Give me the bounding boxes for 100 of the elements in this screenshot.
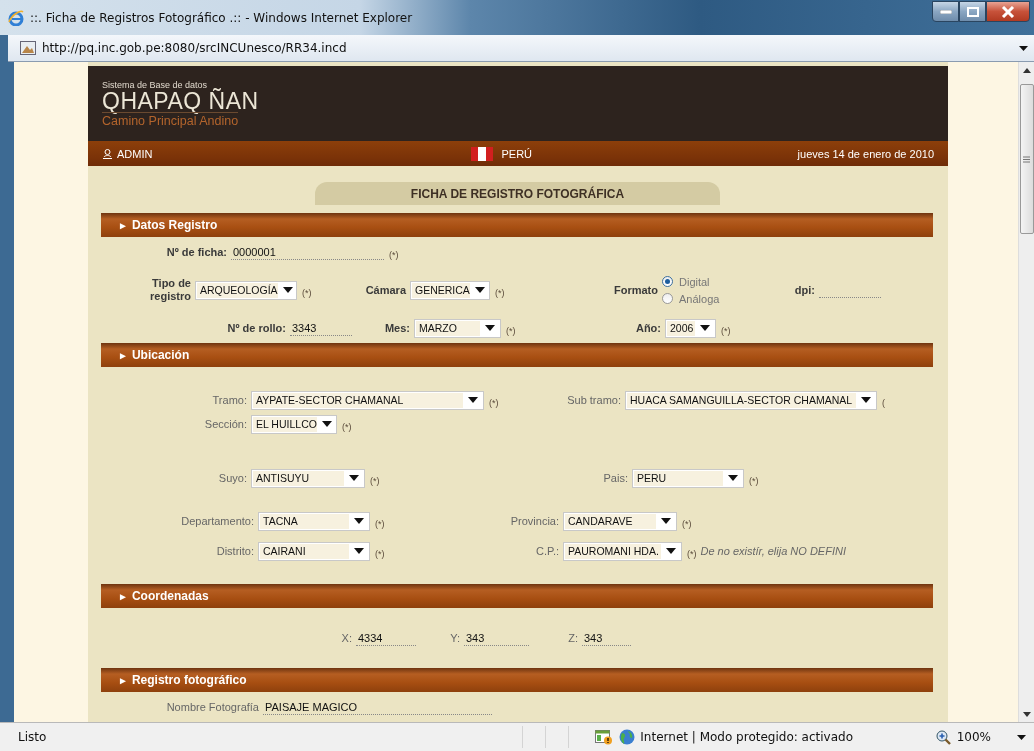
field-label: Tramo:: [211, 393, 247, 407]
dropdown[interactable]: PAUROMANI HDA.: [563, 541, 682, 561]
dropdown[interactable]: EL HUILLCO: [251, 414, 337, 434]
close-icon: [1001, 5, 1015, 18]
scroll-up-icon[interactable]: [1022, 67, 1031, 73]
option-label: Digital: [679, 275, 710, 288]
dropdown[interactable]: GENERICA: [410, 280, 490, 300]
country-name: PERÚ: [501, 147, 532, 160]
caret-icon: [468, 397, 478, 403]
logo-subtitle: Sistema de Base de datos: [102, 80, 208, 90]
dropdown[interactable]: TACNA: [258, 511, 370, 531]
section-header[interactable]: ► Registro fotográfico: [101, 668, 933, 692]
caret-icon: [728, 475, 738, 481]
section-header[interactable]: ► Ubicación: [101, 343, 933, 367]
field-label: Tipo de registro: [149, 277, 191, 303]
close-button[interactable]: [986, 1, 1030, 22]
address-field[interactable]: http://pq.inc.gob.pe:8080/srcINCUnesco/RR34.incd: [42, 41, 347, 55]
caret-icon: [474, 287, 485, 293]
field-label: Sección:: [203, 417, 247, 431]
field-label: Cámara: [364, 283, 406, 297]
field-label: Provincia:: [509, 514, 559, 528]
scroll-thumb[interactable]: [1019, 84, 1034, 234]
required-mark: (*): [749, 475, 759, 486]
field-label: Suyo:: [217, 471, 247, 485]
flag-icon: [471, 146, 494, 161]
field-label: Y:: [449, 631, 460, 645]
globe-icon: [619, 729, 636, 745]
required-mark: (*): [375, 548, 385, 559]
security-zone-text: Internet | Modo protegido: activado: [640, 730, 853, 744]
zoom-control[interactable]: 100%: [935, 729, 991, 745]
dropdown[interactable]: ARQUEOLOGÍA: [195, 280, 297, 300]
field-label: Año:: [634, 321, 661, 335]
page-icon: [20, 41, 36, 55]
required-mark: (*): [682, 518, 692, 529]
caret-icon: [354, 548, 364, 554]
date-text: jueves 14 de enero de 2010: [797, 147, 934, 160]
option-label: Análoga: [679, 292, 720, 305]
dropdown[interactable]: AYPATE-SECTOR CHAMANAL: [251, 390, 484, 410]
text-field[interactable]: 4334: [356, 630, 416, 646]
logo-tagline: Camino Principal Andino: [102, 112, 239, 129]
required-mark: (*): [489, 397, 499, 408]
required-mark: (*): [506, 325, 516, 336]
security-warning-icon[interactable]: [595, 729, 614, 745]
caret-icon: [700, 325, 710, 331]
field-label: Formato: [613, 283, 658, 297]
required-mark: (: [882, 397, 885, 408]
scroll-down-icon[interactable]: [1022, 711, 1031, 717]
text-field[interactable]: PAISAJE MAGICO: [263, 699, 492, 715]
field-label: X:: [340, 631, 352, 645]
field-label: Nombre Fotografía: [165, 700, 259, 714]
minimize-icon: [939, 9, 952, 14]
required-mark: (*): [721, 325, 731, 336]
required-mark: (*): [342, 421, 352, 432]
minimize-button[interactable]: [932, 1, 959, 22]
status-text: Listo: [18, 730, 47, 744]
section-header[interactable]: ► Datos Registro: [101, 213, 933, 237]
field-label: dpi:: [793, 283, 815, 297]
required-mark: (*): [495, 287, 505, 298]
text-field[interactable]: 3343: [290, 320, 352, 336]
dropdown[interactable]: CANDARAVE: [563, 511, 677, 531]
text-field[interactable]: 343: [582, 630, 631, 646]
dropdown[interactable]: CAIRANI: [258, 541, 370, 561]
dropdown[interactable]: HUACA SAMANGUILLA-SECTOR CHAMANAL: [625, 390, 877, 410]
zoom-icon: [935, 729, 951, 745]
maximize-icon: [966, 6, 979, 17]
logo-text: QHAPAQ ÑAN: [102, 90, 259, 112]
caret-icon: [861, 397, 871, 403]
dropdown-arrow-icon[interactable]: [1019, 45, 1028, 51]
dropdown[interactable]: MARZO: [414, 318, 501, 338]
user-name: ADMIN: [117, 147, 153, 160]
text-field[interactable]: 0000001: [231, 244, 384, 260]
caret-icon: [661, 518, 671, 524]
caret-icon: [282, 287, 293, 293]
section-header[interactable]: ► Coordenadas: [101, 584, 933, 608]
field-label: Distrito:: [215, 544, 254, 558]
caret-icon: [349, 475, 359, 481]
field-label: Nº de rollo:: [226, 321, 286, 335]
browser-logo-icon: [8, 9, 24, 26]
user-icon: [102, 148, 113, 159]
window-title: ::. Ficha de Registros Fotográfico .:: - Windows Internet Explorer: [30, 10, 413, 25]
caret-icon: [354, 518, 364, 524]
maximize-button[interactable]: [959, 1, 986, 22]
radio-button[interactable]: [662, 293, 673, 304]
field-label: Z:: [567, 631, 578, 645]
caret-icon: [321, 421, 332, 427]
caret-icon: [666, 548, 676, 554]
caret-icon[interactable]: [1017, 734, 1026, 740]
dropdown[interactable]: ANTISUYU: [251, 468, 365, 488]
text-field[interactable]: 343: [464, 630, 529, 646]
caret-icon: [485, 325, 495, 331]
scrollbar[interactable]: [1018, 62, 1034, 722]
required-mark: (*): [375, 518, 385, 529]
dropdown[interactable]: PERU: [632, 468, 744, 488]
field-label: Mes:: [383, 321, 410, 335]
dropdown[interactable]: 2006: [665, 318, 716, 338]
required-mark: (*): [389, 249, 399, 260]
radio-button[interactable]: [662, 276, 673, 287]
field-label: Pais:: [602, 471, 628, 485]
hint-text: De no existír, elija NO DEFINI: [700, 545, 846, 557]
field-label: Nº de ficha:: [165, 245, 227, 259]
